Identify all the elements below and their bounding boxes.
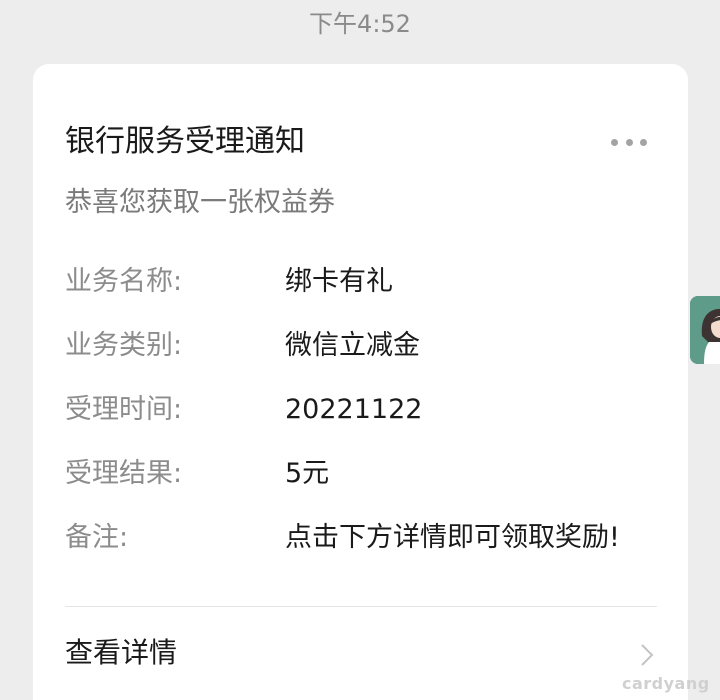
field-row-remark: 备注: 点击下方详情即可领取奖励! [65, 518, 665, 558]
field-row-accept-result: 受理结果: 5元 [65, 454, 665, 494]
field-label: 备注: [65, 522, 129, 553]
field-label: 受理时间: [65, 394, 183, 425]
view-details-link[interactable]: 查看详情 [33, 607, 688, 700]
avatar[interactable] [690, 296, 720, 364]
avatar-icon [690, 296, 720, 364]
field-value: 点击下方详情即可领取奖励! [285, 522, 620, 553]
field-row-business-category: 业务类别: 微信立减金 [65, 326, 665, 366]
message-timestamp: 下午4:52 [309, 10, 411, 38]
field-label: 业务名称: [65, 266, 183, 297]
field-row-business-name: 业务名称: 绑卡有礼 [65, 262, 665, 302]
field-value: 20221122 [285, 394, 423, 425]
field-row-accept-time: 受理时间: 20221122 [65, 390, 665, 430]
field-value: 绑卡有礼 [285, 266, 393, 297]
field-label: 业务类别: [65, 330, 183, 361]
more-horizontal-icon [611, 138, 618, 146]
card-subtitle: 恭喜您获取一张权益券 [65, 187, 335, 218]
more-horizontal-icon-dot [625, 138, 633, 146]
field-label: 受理结果: [65, 458, 183, 489]
field-value: 5元 [285, 458, 330, 489]
field-value: 微信立减金 [285, 330, 420, 361]
card-title: 银行服务受理通知 [65, 124, 305, 159]
service-notification-card[interactable]: 银行服务受理通知 恭喜您获取一张权益券 业务名称: 绑卡有礼 业务类别: 微信立… [33, 64, 688, 700]
more-options-button[interactable] [605, 124, 653, 160]
chevron-right-icon [641, 644, 654, 666]
more-horizontal-icon-dot [640, 138, 647, 146]
watermark: cardyang [622, 674, 710, 693]
view-details-label: 查看详情 [65, 636, 178, 669]
